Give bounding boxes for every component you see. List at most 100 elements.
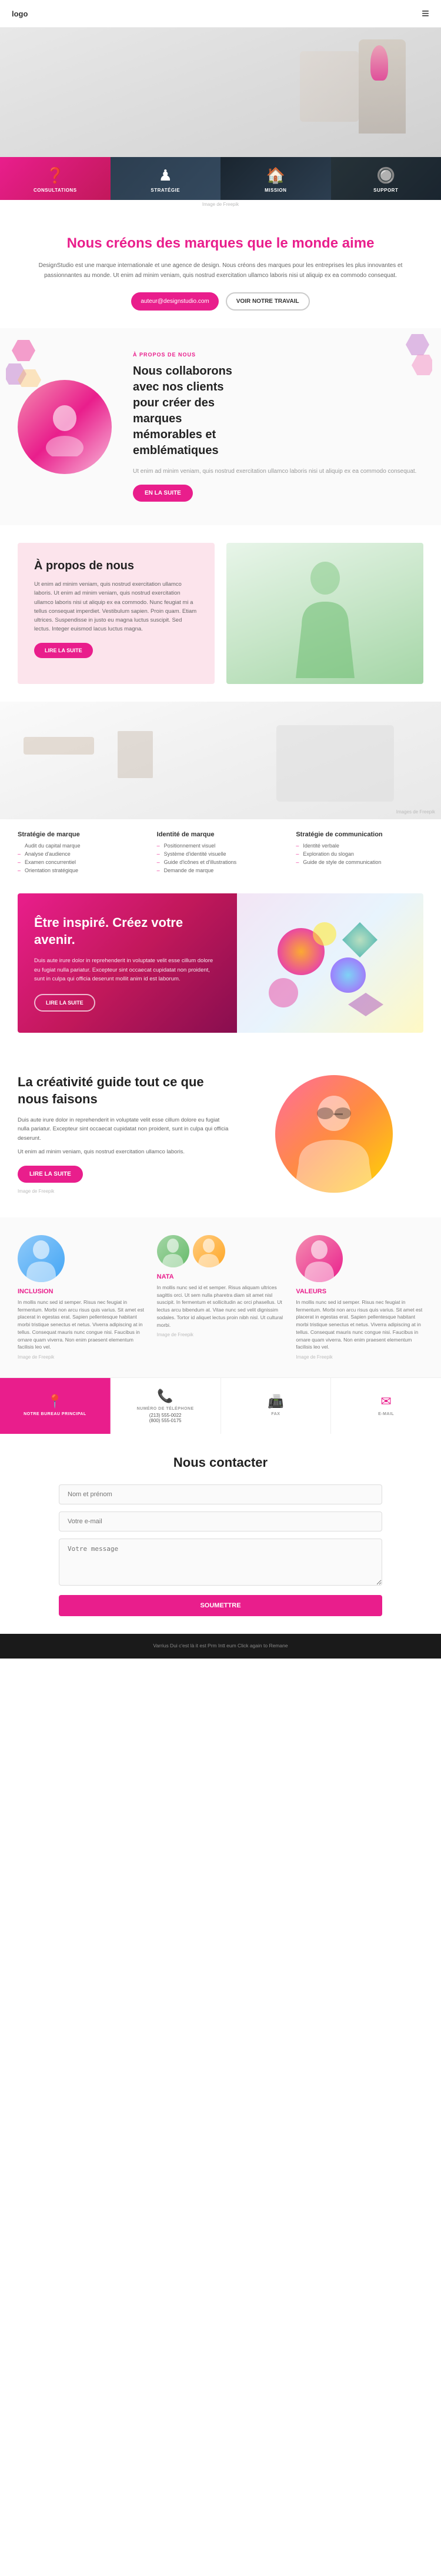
member-freepik-2: Image de Freepik — [296, 1354, 423, 1360]
creativity-freepik: Image de Freepik — [18, 1189, 232, 1194]
inspire-right — [237, 893, 423, 1033]
creativity-right — [244, 1075, 423, 1193]
hamburger-icon[interactable]: ≡ — [422, 6, 429, 21]
member-desc-0: In mollis nunc sed id semper. Risus nec … — [18, 1299, 145, 1351]
chess-icon: ♟ — [113, 166, 219, 185]
about-nous-content: À PROPOS DE NOUS Nous collaborons avec n… — [123, 352, 423, 502]
member-role-1: Nata — [157, 1273, 285, 1280]
home-icon: 🏠 — [223, 166, 329, 185]
service-label-support: SUPPORT — [333, 188, 439, 193]
col-brand-strategy: Stratégie de marque Audit du capital mar… — [18, 831, 145, 876]
tagline-description: DesignStudio est une marque internationa… — [35, 261, 406, 281]
contact-name-input[interactable] — [59, 1484, 382, 1504]
service-support[interactable]: 🔘 SUPPORT — [331, 157, 441, 200]
contact-email-input[interactable] — [59, 1511, 382, 1531]
tagline-section: Nous créons des marques que le monde aim… — [0, 211, 441, 328]
about-us-card: À propos de nous Ut enim ad minim veniam… — [18, 543, 215, 684]
tagline-heading: Nous créons des marques que le monde aim… — [35, 234, 406, 252]
inspire-section: Être inspiré. Créez votre avenir. Duis a… — [18, 893, 423, 1033]
service-label-consultations: CONSULTATIONS — [2, 188, 108, 193]
col-title-2: Stratégie de communication — [296, 831, 423, 838]
service-consultations[interactable]: ❓ CONSULTATIONS — [0, 157, 111, 200]
col-comm-strategy: Stratégie de communication –Identité ver… — [296, 831, 423, 876]
about-us-desc: Ut enim ad minim veniam, quis nostrud ex… — [34, 580, 198, 633]
inspire-btn[interactable]: LIRE LA SUITE — [34, 994, 95, 1012]
footer-info-address: 📍 NOTRE BUREAU PRINCIPAL — [0, 1378, 111, 1434]
lifebuoy-icon: 🔘 — [333, 166, 439, 185]
about-avatar — [18, 380, 112, 474]
team-section: Inclusion In mollis nunc sed id semper. … — [0, 1217, 441, 1377]
about-nous-heading: Nous collaborons avec nos clients pour c… — [133, 363, 423, 459]
footer-info-phone: 📞 NUMÉRO DE TÉLÉPHONE (213) 555-0022 (80… — [111, 1378, 221, 1434]
list-item: –Identité verbale — [296, 843, 423, 849]
workspace-section: Images de Freepik — [0, 702, 441, 819]
footer-info-row: 📍 NOTRE BUREAU PRINCIPAL 📞 NUMÉRO DE TÉL… — [0, 1377, 441, 1434]
list-item: –Guide de style de communication — [296, 859, 423, 865]
about-nous-btn[interactable]: EN LA SUITE — [133, 485, 193, 502]
list-item: –Orientation stratégique — [18, 867, 145, 873]
service-label-strategie: STRATÉGIE — [113, 188, 219, 193]
list-item: –Examen concurrentiel — [18, 859, 145, 865]
footer-info-email: ✉ E-MAIL — [331, 1378, 441, 1434]
contact-section: Nous contacter SOUMETTRE — [0, 1434, 441, 1634]
list-item: –Exploration du slogan — [296, 851, 423, 857]
footer-phone-label: NUMÉRO DE TÉLÉPHONE — [137, 1407, 194, 1411]
list-item: –Demande de marque — [157, 867, 285, 873]
services-row: ❓ CONSULTATIONS ♟ STRATÉGIE 🏠 MISSION 🔘 … — [0, 157, 441, 200]
list-item: –Positionnement visuel — [157, 843, 285, 849]
about-nous-section: À PROPOS DE NOUS Nous collaborons avec n… — [0, 328, 441, 525]
contact-heading: Nous contacter — [59, 1455, 382, 1470]
three-columns: Stratégie de marque Audit du capital mar… — [0, 819, 441, 893]
contact-message-input[interactable] — [59, 1539, 382, 1586]
team-member-1: Nata In mollis nunc sed id et semper. Ri… — [157, 1235, 285, 1360]
service-label-mission: MISSION — [223, 188, 329, 193]
list-item: –Guide d'icônes et d'illustrations — [157, 859, 285, 865]
col-brand-identity: Identité de marque –Positionnement visue… — [157, 831, 285, 876]
email-button[interactable]: auteur@designstudio.com — [131, 292, 218, 311]
member-role-2: Valeurs — [296, 1288, 423, 1295]
inspire-desc: Duis aute irure dolor in reprehenderit i… — [34, 956, 220, 983]
navbar: logo ≡ — [0, 0, 441, 28]
team-member-2: Valeurs In mollis nunc sed id semper. Ri… — [296, 1235, 423, 1360]
service-mission[interactable]: 🏠 MISSION — [220, 157, 331, 200]
list-item: –Analyse d'audience — [18, 851, 145, 857]
freepik-workspace-label: Images de Freepik — [396, 809, 435, 815]
creativity-desc2: Ut enim ad minim veniam, quis nostrud ex… — [18, 1147, 232, 1156]
list-item: –Système d'identité visuelle — [157, 851, 285, 857]
team-member-0: Inclusion In mollis nunc sed id semper. … — [18, 1235, 145, 1360]
footer-info-fax: 📠 FAX — [221, 1378, 332, 1434]
contact-form: SOUMETTRE — [59, 1484, 382, 1616]
inspire-left: Être inspiré. Créez votre avenir. Duis a… — [18, 893, 237, 1033]
creativity-heading: La créativité guide tout ce que nous fai… — [18, 1074, 232, 1107]
creativity-btn[interactable]: LIRE LA SUITE — [18, 1166, 83, 1183]
member-role-0: Inclusion — [18, 1288, 145, 1295]
footer-fax-label: FAX — [271, 1412, 280, 1416]
footer: Varrius Dui c'est là it est Prm Intt eum… — [0, 1634, 441, 1659]
about-us-heading: À propos de nous — [34, 559, 198, 573]
about-us-image — [226, 543, 423, 684]
contact-submit-button[interactable]: SOUMETTRE — [59, 1595, 382, 1616]
about-nous-tag: À PROPOS DE NOUS — [133, 352, 423, 358]
view-work-button[interactable]: VOIR NOTRE TRAVAIL — [226, 292, 310, 311]
about-us-btn[interactable]: LIRE LA SUITE — [34, 643, 93, 658]
member-freepik-1: Image de Freepik — [157, 1332, 285, 1337]
email-icon: ✉ — [380, 1394, 391, 1409]
location-icon: 📍 — [47, 1394, 63, 1409]
hero-freepik-label: Image de Freepik — [0, 200, 441, 211]
footer-email-label: E-MAIL — [378, 1412, 394, 1416]
about-nous-desc: Ut enim ad minim veniam, quis nostrud ex… — [133, 467, 423, 476]
tagline-buttons: auteur@designstudio.com VOIR NOTRE TRAVA… — [35, 292, 406, 311]
member-desc-1: In mollis nunc sed id et semper. Risus a… — [157, 1284, 285, 1329]
col-title-0: Stratégie de marque — [18, 831, 145, 838]
creativity-desc1: Duis aute irure dolor in reprehenderit i… — [18, 1116, 232, 1143]
member-desc-2: In mollis nunc sed id semper. Risus nec … — [296, 1299, 423, 1351]
col-title-1: Identité de marque — [157, 831, 285, 838]
hero-section — [0, 28, 441, 157]
list-item: Audit du capital marque — [18, 843, 145, 849]
logo: logo — [12, 9, 28, 18]
service-strategie[interactable]: ♟ STRATÉGIE — [111, 157, 221, 200]
inspire-heading: Être inspiré. Créez votre avenir. — [34, 915, 220, 948]
question-icon: ❓ — [2, 166, 108, 185]
creativity-section: La créativité guide tout ce que nous fai… — [0, 1050, 441, 1217]
member-freepik-0: Image de Freepik — [18, 1354, 145, 1360]
